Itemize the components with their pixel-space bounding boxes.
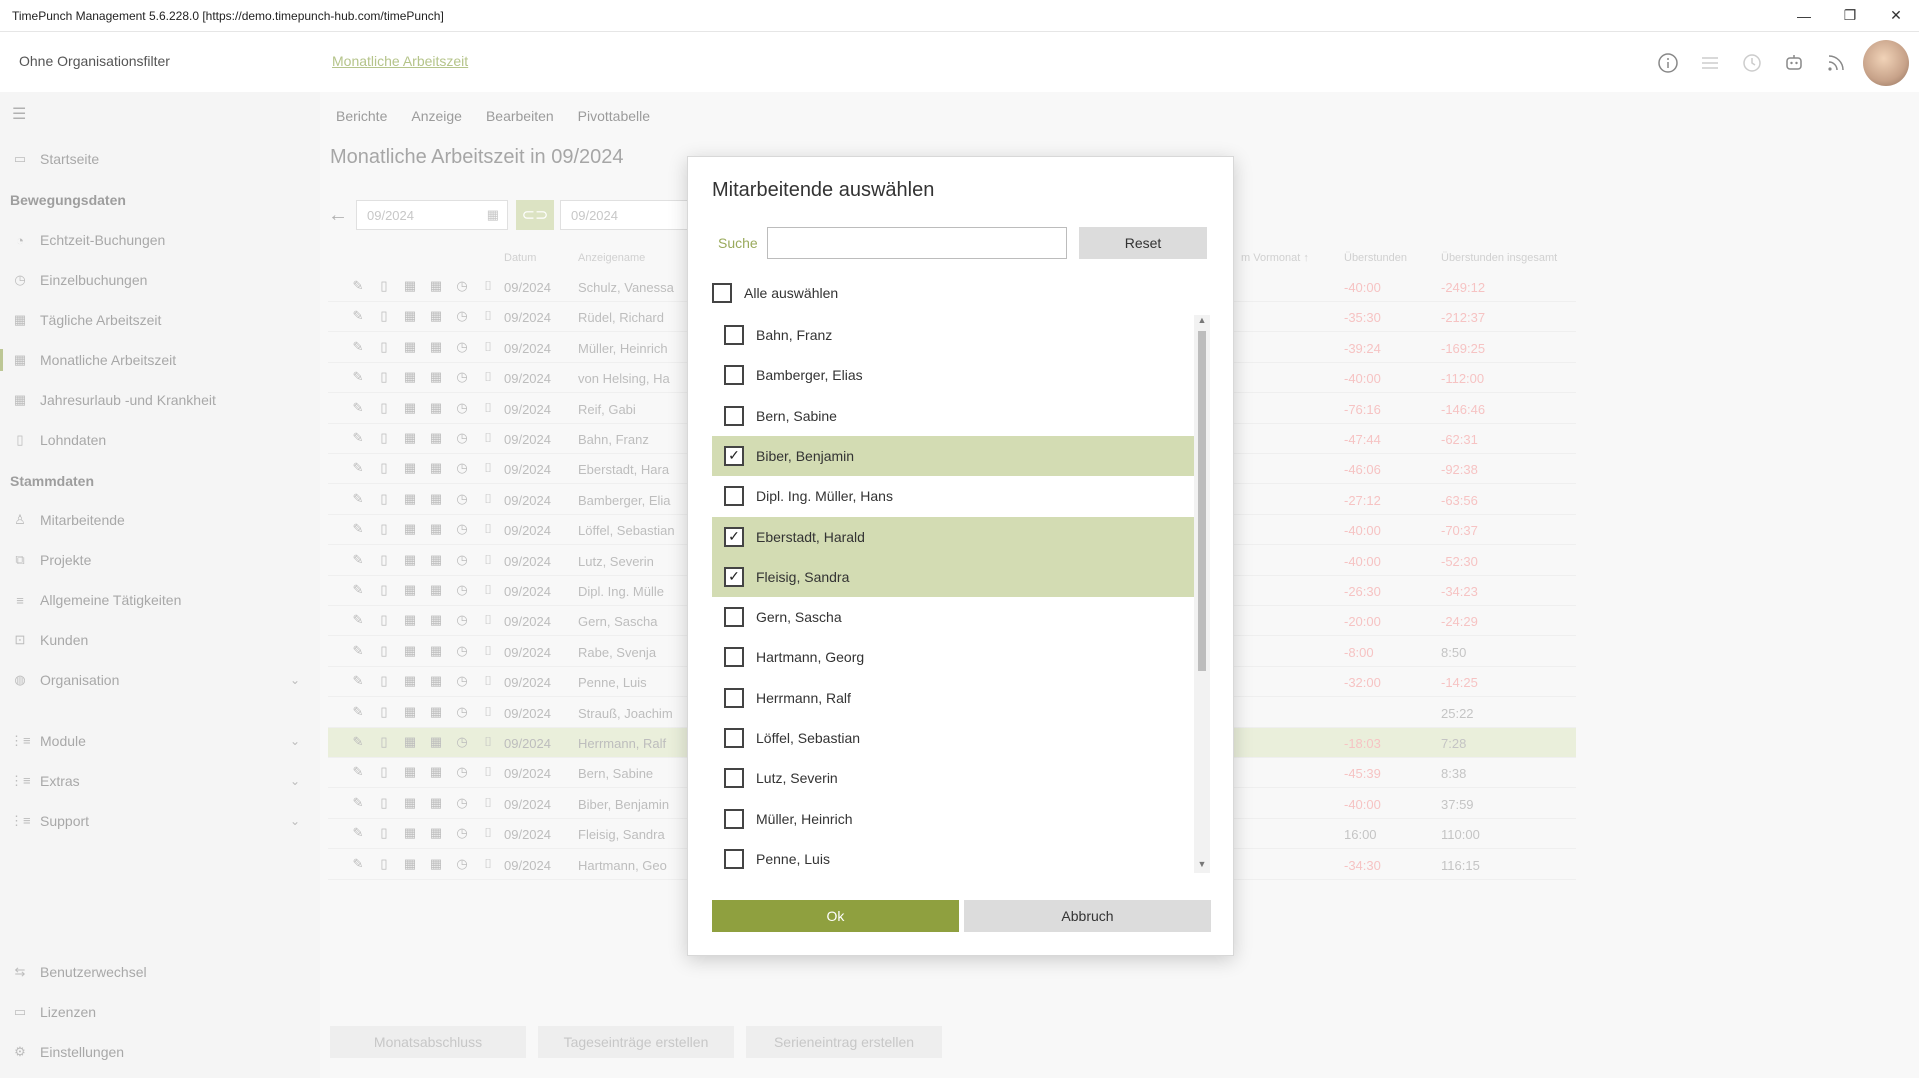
employee-checkbox[interactable]: ✓ (724, 566, 744, 587)
info-icon[interactable] (1653, 48, 1683, 78)
employee-checkbox[interactable] (724, 728, 744, 748)
employee-list-item[interactable]: Herrmann, Ralf (712, 678, 1194, 718)
employee-name: Bern, Sabine (756, 407, 837, 424)
employee-list: Bahn, Franz Bamberger, Elias Bern, Sabine ✓… (712, 315, 1194, 873)
employee-list-item[interactable]: Dipl. Ing. Müller, Hans (712, 476, 1194, 516)
cancel-button[interactable]: Abbruch (964, 900, 1211, 932)
employee-checkbox[interactable] (724, 687, 744, 708)
employee-checkbox[interactable]: ✓ (724, 445, 744, 466)
employee-checkbox[interactable] (724, 808, 744, 829)
select-all-label: Alle auswählen (744, 285, 839, 301)
window-title: TimePunch Management 5.6.228.0 [https://… (12, 8, 444, 23)
feed-icon[interactable] (1821, 48, 1851, 78)
employee-list-item[interactable]: Löffel, Sebastian (712, 718, 1194, 758)
employee-checkbox[interactable] (724, 405, 744, 426)
employee-checkbox[interactable] (724, 365, 744, 386)
search-label: Suche (718, 235, 758, 251)
employee-name: Herrmann, Ralf (756, 689, 851, 706)
top-icons (1653, 40, 1909, 86)
employee-list-item[interactable]: ✓ Eberstadt, Harald (712, 516, 1194, 557)
employee-name: Dipl. Ing. Müller, Hans (756, 488, 893, 505)
scroll-up-icon[interactable]: ▲ (1194, 315, 1210, 329)
select-all-row[interactable]: Alle auswählen (712, 283, 838, 303)
scrollbar-thumb[interactable] (1198, 331, 1206, 671)
employee-name: Bahn, Franz (756, 327, 833, 343)
employee-checkbox[interactable] (724, 768, 744, 789)
employee-name: Gern, Sascha (756, 609, 842, 626)
employee-list-item[interactable]: Bern, Sabine (712, 396, 1194, 436)
employee-name: Eberstadt, Harald (756, 528, 865, 545)
dialog-title: Mitarbeitende auswählen (712, 179, 935, 201)
select-all-checkbox[interactable] (712, 283, 732, 303)
history-icon[interactable] (1737, 48, 1767, 78)
breadcrumb[interactable]: Monatliche Arbeitszeit (332, 53, 468, 69)
employee-list-item[interactable]: Lutz, Severin (712, 758, 1194, 798)
close-button[interactable]: ✕ (1873, 0, 1919, 32)
minimize-button[interactable]: — (1781, 0, 1827, 32)
employee-list-item[interactable]: Bamberger, Elias (712, 355, 1194, 395)
scroll-down-icon[interactable]: ▼ (1194, 859, 1210, 873)
employee-name: Biber, Benjamin (756, 447, 855, 464)
restore-button[interactable]: ❐ (1827, 0, 1873, 32)
employee-name: Bamberger, Elias (756, 367, 863, 384)
employee-list-item[interactable]: Gern, Sascha (712, 597, 1194, 637)
employee-list-item[interactable]: Bahn, Franz (712, 315, 1194, 355)
top-bar: Ohne Organisationsfilter Monatliche Arbe… (0, 32, 1919, 92)
employee-name: Lutz, Severin (756, 770, 838, 787)
employee-checkbox[interactable]: ✓ (724, 526, 744, 547)
reset-button[interactable]: Reset (1079, 227, 1207, 259)
employee-list-item[interactable]: Müller, Heinrich (712, 799, 1194, 839)
employee-list-item[interactable]: ✓ Biber, Benjamin (712, 435, 1194, 476)
employee-list-item[interactable]: Hartmann, Georg (712, 637, 1194, 677)
organization-filter[interactable]: Ohne Organisationsfilter (19, 53, 170, 69)
employee-checkbox[interactable] (724, 647, 744, 668)
select-employees-dialog: Mitarbeitende auswählen Suche Reset Alle… (687, 156, 1234, 956)
search-input[interactable] (767, 227, 1067, 259)
employee-checkbox[interactable] (724, 607, 744, 628)
employee-name: Löffel, Sebastian (756, 730, 861, 746)
scrollbar[interactable]: ▲ ▼ (1194, 315, 1210, 873)
employee-checkbox[interactable] (724, 486, 744, 507)
employee-checkbox[interactable] (724, 848, 744, 869)
window-titlebar: TimePunch Management 5.6.228.0 [https://… (0, 0, 1919, 32)
employee-name: Hartmann, Georg (756, 649, 865, 666)
employee-checkbox[interactable] (724, 325, 744, 345)
employee-list-item[interactable]: ✓ Fleisig, Sandra (712, 556, 1194, 597)
employee-name: Müller, Heinrich (756, 810, 853, 827)
employee-name: Fleisig, Sandra (756, 568, 850, 585)
avatar[interactable] (1863, 40, 1909, 86)
employee-name: Penne, Luis (756, 850, 830, 867)
list-icon[interactable] (1695, 48, 1725, 78)
robot-icon[interactable] (1779, 48, 1809, 78)
employee-list-item[interactable]: Penne, Luis (712, 839, 1194, 873)
ok-button[interactable]: Ok (712, 900, 959, 932)
